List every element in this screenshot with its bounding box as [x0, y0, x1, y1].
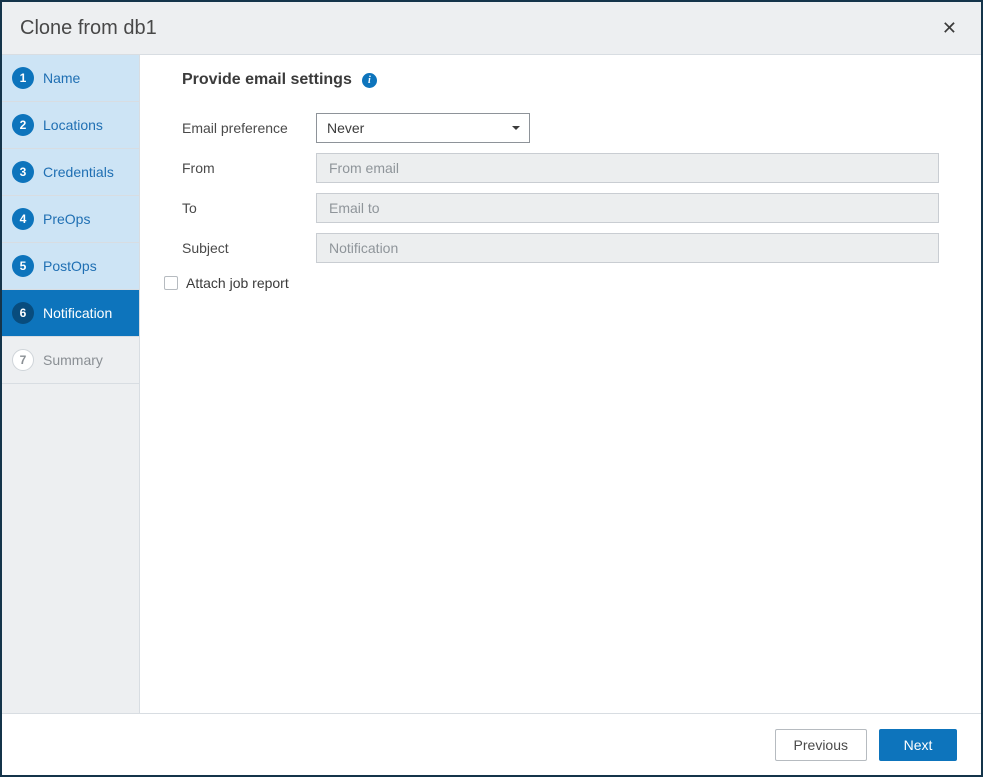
attach-report-checkbox[interactable]	[164, 276, 178, 290]
to-input[interactable]	[316, 193, 939, 223]
label-subject: Subject	[182, 240, 316, 256]
wizard-footer: Previous Next	[2, 713, 981, 775]
clone-wizard-modal: Clone from db1 ✕ 1 Name 2 Locations 3 Cr…	[0, 0, 983, 777]
row-subject: Subject	[182, 231, 939, 265]
step-credentials[interactable]: 3 Credentials	[2, 149, 139, 196]
step-label: Locations	[43, 117, 103, 133]
step-label: Credentials	[43, 164, 114, 180]
modal-title: Clone from db1	[20, 17, 157, 40]
label-to: To	[182, 200, 316, 216]
step-badge: 1	[12, 67, 34, 89]
content-heading: Provide email settings	[182, 71, 352, 89]
subject-input[interactable]	[316, 233, 939, 263]
label-email-preference: Email preference	[182, 120, 316, 136]
step-badge: 6	[12, 302, 34, 324]
step-label: Notification	[43, 305, 112, 321]
email-preference-select-wrap: Never	[316, 113, 530, 143]
label-from: From	[182, 160, 316, 176]
wizard-content: Provide email settings i Email preferenc…	[140, 55, 981, 713]
email-preference-select[interactable]: Never	[316, 113, 530, 143]
step-badge: 3	[12, 161, 34, 183]
step-label: Summary	[43, 352, 103, 368]
step-label: PostOps	[43, 258, 97, 274]
modal-body: 1 Name 2 Locations 3 Credentials 4 PreOp…	[2, 55, 981, 713]
previous-button[interactable]: Previous	[775, 729, 867, 761]
step-badge: 5	[12, 255, 34, 277]
wizard-sidebar: 1 Name 2 Locations 3 Credentials 4 PreOp…	[2, 55, 140, 713]
step-label: Name	[43, 70, 80, 86]
step-badge: 2	[12, 114, 34, 136]
step-preops[interactable]: 4 PreOps	[2, 196, 139, 243]
step-name[interactable]: 1 Name	[2, 55, 139, 102]
next-button[interactable]: Next	[879, 729, 957, 761]
content-title-row: Provide email settings i	[182, 71, 939, 89]
row-email-preference: Email preference Never	[182, 111, 939, 145]
step-badge: 7	[12, 349, 34, 371]
info-icon[interactable]: i	[362, 73, 377, 88]
row-attach-report: Attach job report	[164, 275, 939, 291]
step-label: PreOps	[43, 211, 90, 227]
step-locations[interactable]: 2 Locations	[2, 102, 139, 149]
from-input[interactable]	[316, 153, 939, 183]
row-from: From	[182, 151, 939, 185]
close-icon[interactable]: ✕	[936, 15, 963, 41]
titlebar: Clone from db1 ✕	[2, 2, 981, 55]
step-notification[interactable]: 6 Notification	[2, 290, 139, 337]
step-summary[interactable]: 7 Summary	[2, 337, 139, 384]
row-to: To	[182, 191, 939, 225]
label-attach-report: Attach job report	[186, 275, 289, 291]
step-badge: 4	[12, 208, 34, 230]
step-postops[interactable]: 5 PostOps	[2, 243, 139, 290]
